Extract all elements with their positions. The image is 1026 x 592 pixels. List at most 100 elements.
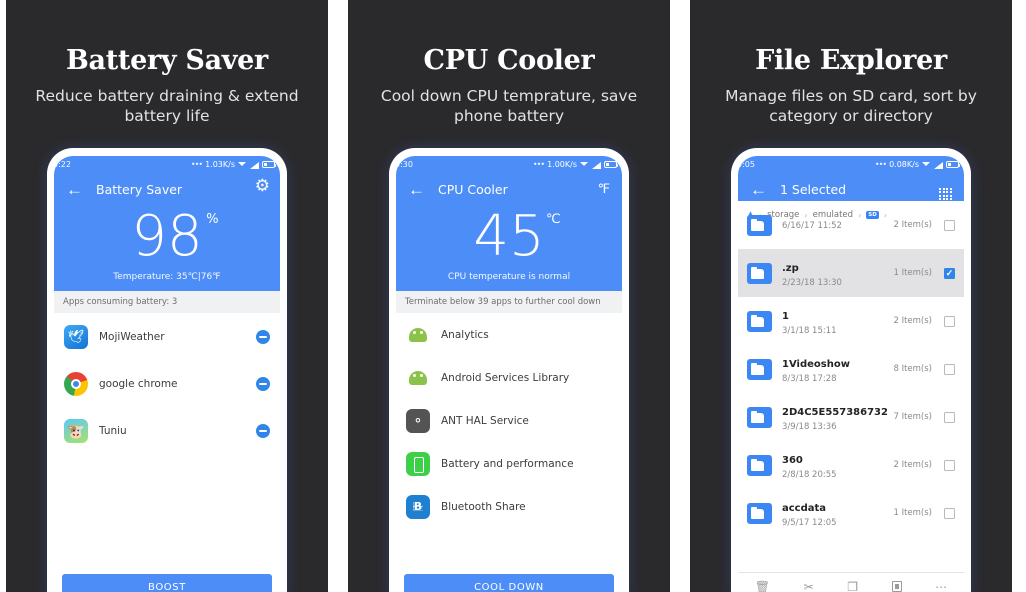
folder-icon <box>747 310 772 332</box>
more-icon[interactable]: ⋯ <box>935 580 947 592</box>
app-bar-title: 1 Selected <box>780 181 847 197</box>
folder-icon <box>747 214 772 236</box>
battery-percent-value: 98 <box>131 204 203 269</box>
promo-title-highlight: U Cooler <box>460 45 601 79</box>
wifi-icon <box>238 161 247 169</box>
folder-icon <box>747 454 772 476</box>
panel-cpu-cooler: CPU Cooler Cool down CPU temprature, sav… <box>348 0 670 592</box>
file-meta: 6/16/17 11:52 <box>782 219 893 231</box>
app-name: Android Services Library <box>441 371 570 384</box>
cpu-hero: 45 ℃ CPU temperature is normal <box>396 205 622 291</box>
file-checkbox[interactable] <box>944 315 955 327</box>
android-icon <box>406 366 430 390</box>
app-name: Battery and performance <box>441 457 574 470</box>
promo-title-cpu: CPU Cooler <box>348 45 670 79</box>
table-row[interactable]: 6/16/17 11:52 2 Item(s) <box>738 201 964 249</box>
phone-screen-files: 5:05 ••• 0.08K/s ← 1 Selected storage › … <box>738 156 964 592</box>
promo-subtitle-files: Manage files on SD card, sort by categor… <box>725 87 977 125</box>
list-item[interactable]: Tuniu <box>54 407 280 454</box>
phone-mock-cpu: 5:30 ••• 1.00K/s ← CPU Cooler ℉ 45 ℃ CPU… <box>389 148 629 592</box>
remove-icon[interactable] <box>256 376 270 391</box>
file-meta: 360 2/8/18 20:55 <box>782 450 893 480</box>
settings-button[interactable] <box>250 179 270 198</box>
phone-screen-battery: 5:22 ••• 1.03K/s ← Battery Saver 98% <box>54 156 280 592</box>
file-name: 2D4C5E557386732 <box>782 407 888 418</box>
table-row[interactable]: 1Videoshow 8/3/18 17:28 8 Item(s) <box>738 345 964 393</box>
table-row[interactable]: 2D4C5E557386732 3/9/18 13:36 7 Item(s) <box>738 393 964 441</box>
table-row[interactable]: .zp 2/23/18 13:30 1 Item(s) <box>738 249 964 297</box>
status-dots: ••• <box>532 160 545 169</box>
table-row[interactable]: 360 2/8/18 20:55 2 Item(s) <box>738 441 964 489</box>
delete-icon[interactable]: 🗑 <box>755 580 770 592</box>
list-item[interactable]: Analytics <box>396 313 622 356</box>
battery-status-icon <box>946 161 960 168</box>
table-row[interactable]: 1 3/1/18 15:11 2 Item(s) <box>738 297 964 345</box>
chrome-icon <box>64 371 88 396</box>
file-name: 1Videoshow <box>782 359 850 370</box>
file-count: 2 Item(s) <box>893 460 932 470</box>
ant-hal-icon <box>406 408 430 433</box>
status-bar: 5:05 ••• 0.08K/s <box>738 156 964 173</box>
file-date: 3/1/18 15:11 <box>782 326 837 336</box>
archive-icon[interactable] <box>891 581 902 592</box>
grid-view-icon <box>939 187 952 201</box>
app-bar-cpu: ← CPU Cooler ℉ <box>396 173 622 205</box>
sd-badge[interactable]: SD <box>866 210 879 220</box>
percent-unit: % <box>206 212 219 227</box>
list-item[interactable]: ANT HAL Service <box>396 399 622 442</box>
back-button[interactable]: ← <box>408 181 430 198</box>
fahrenheit-toggle[interactable]: ℉ <box>592 181 610 197</box>
remove-icon[interactable] <box>256 329 270 344</box>
app-bar-battery: ← Battery Saver <box>54 173 280 205</box>
signal-icon <box>592 161 601 169</box>
remove-icon[interactable] <box>256 423 270 438</box>
file-checkbox[interactable] <box>944 459 955 471</box>
phone-mock-battery: 5:22 ••• 1.03K/s ← Battery Saver 98% <box>47 148 287 592</box>
promo-title-plain: Batter <box>66 45 161 76</box>
cut-icon[interactable]: ✂ <box>804 580 814 592</box>
file-checkbox[interactable] <box>944 363 955 375</box>
file-date: 2/23/18 13:30 <box>782 278 842 288</box>
battery-temperature: Temperature: 35℃|76℉ <box>113 272 221 282</box>
file-meta: 1 3/1/18 15:11 <box>782 306 893 336</box>
app-name: google chrome <box>99 377 178 390</box>
table-row[interactable]: accdata 9/5/17 12:05 1 Item(s) <box>738 489 964 537</box>
app-bar-title: CPU Cooler <box>438 181 508 197</box>
file-date: 2/8/18 20:55 <box>782 470 837 480</box>
list-item[interactable]: MojiWeather <box>54 313 280 360</box>
celsius-unit: ℃ <box>546 212 561 227</box>
file-checkbox[interactable] <box>944 267 955 279</box>
promo-subtitle-cpu: Cool down CPU temprature, save phone bat… <box>380 87 638 125</box>
status-netspeed: 1.00K/s <box>547 160 577 169</box>
promo-title-plain: CP <box>423 45 466 76</box>
list-item[interactable]: Bluetooth Share <box>396 485 622 528</box>
file-list: 6/16/17 11:52 2 Item(s) .zp 2/23/18 13:3… <box>738 201 964 537</box>
app-name: ANT HAL Service <box>441 414 529 427</box>
grid-view-button[interactable] <box>934 178 952 201</box>
status-icons: ••• 1.03K/s <box>191 160 276 169</box>
boost-button[interactable]: BOOST <box>62 574 272 592</box>
copy-icon[interactable]: ❐ <box>847 580 858 592</box>
app-name: Analytics <box>441 328 489 341</box>
list-item[interactable]: Battery and performance <box>396 442 622 485</box>
file-date: 9/5/17 12:05 <box>782 518 837 528</box>
mojiweather-icon <box>64 324 88 349</box>
back-button[interactable]: ← <box>750 181 772 198</box>
panel-file-explorer: File Explorer Manage files on SD card, s… <box>690 0 1012 592</box>
gear-icon <box>254 179 270 195</box>
list-item[interactable]: google chrome <box>54 360 280 407</box>
cool-down-button[interactable]: COOL DOWN <box>404 574 614 592</box>
file-checkbox[interactable] <box>944 507 955 519</box>
wifi-icon <box>580 161 589 169</box>
promo-title-files: File Explorer <box>690 47 1012 79</box>
cpu-temp-wrap: 45 ℃ <box>473 205 560 265</box>
file-count: 2 Item(s) <box>893 220 932 230</box>
file-checkbox[interactable] <box>944 219 955 231</box>
file-checkbox[interactable] <box>944 411 955 423</box>
file-meta: .zp 2/23/18 13:30 <box>782 258 893 288</box>
back-button[interactable]: ← <box>66 181 88 198</box>
file-count: 7 Item(s) <box>893 412 932 422</box>
list-item[interactable]: Android Services Library <box>396 356 622 399</box>
status-icons: ••• 1.00K/s <box>532 160 618 169</box>
file-meta: accdata 9/5/17 12:05 <box>782 498 893 528</box>
